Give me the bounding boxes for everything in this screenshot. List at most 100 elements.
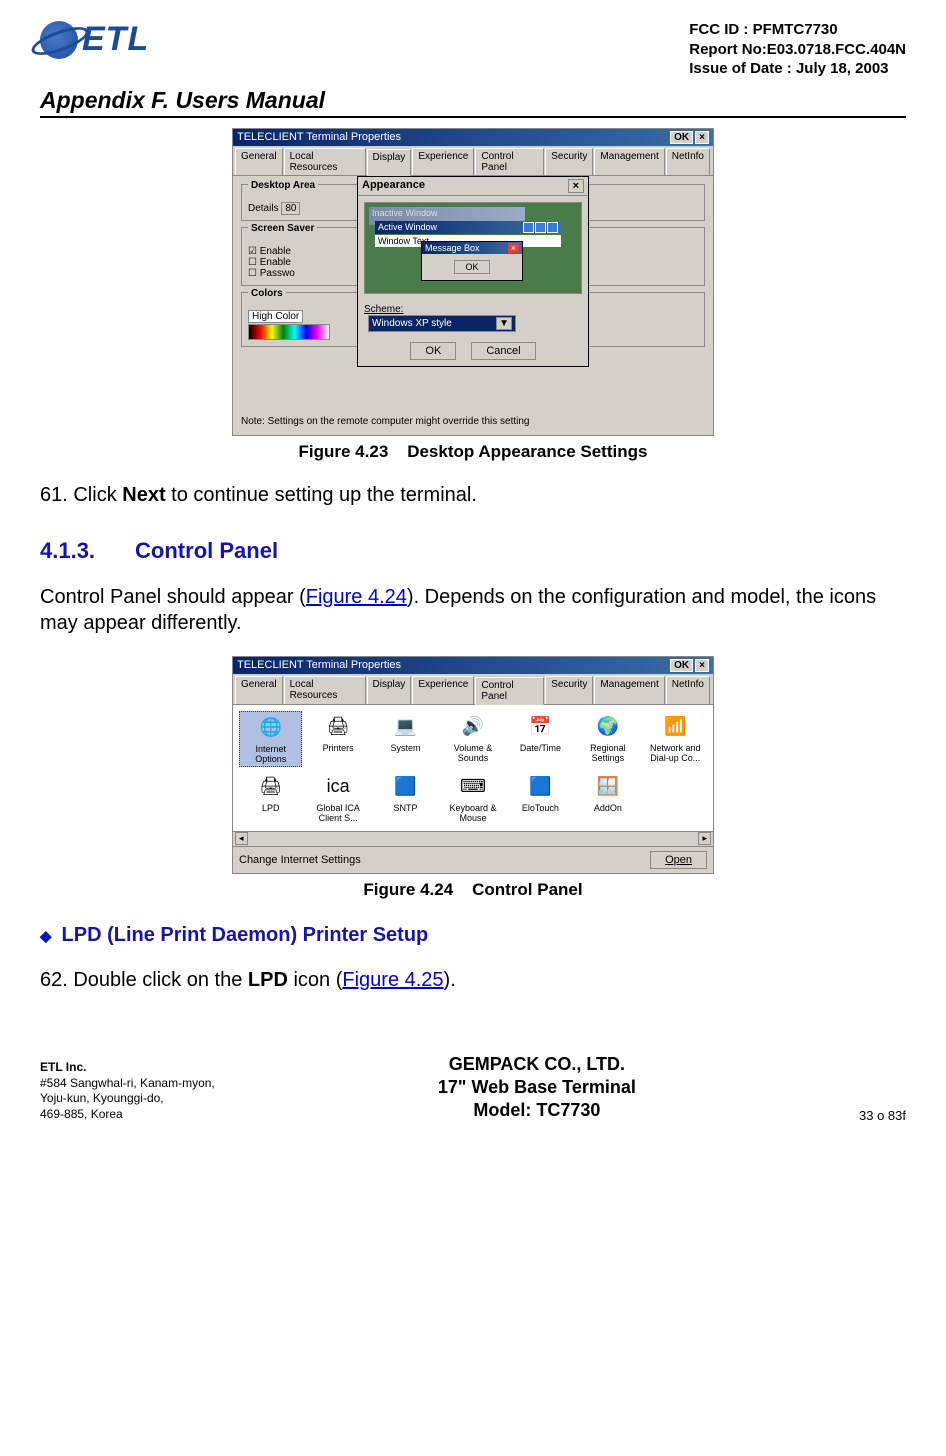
screen-saver-label: Screen Saver — [248, 223, 317, 234]
tab-security[interactable]: Security — [545, 676, 593, 704]
figure-link[interactable]: Figure 4.25 — [342, 969, 443, 991]
tab-experience[interactable]: Experience — [412, 676, 474, 704]
cp-icon-system[interactable]: 💻 System — [374, 711, 437, 767]
scroll-left-icon[interactable]: ◂ — [235, 832, 248, 845]
figure-caption: Figure 4.23 Desktop Appearance Settings — [40, 442, 906, 462]
tab-netinfo[interactable]: NetInfo — [666, 148, 710, 175]
footer-company: GEMPACK CO., LTD. — [438, 1053, 636, 1076]
footer-model: Model: TC7730 — [438, 1099, 636, 1122]
cp-icon-network-and-dial-up-co-[interactable]: 📶Network and Dial-up Co... — [644, 711, 707, 767]
cp-icon-elotouch[interactable]: 🟦 EloTouch — [509, 771, 572, 825]
app-icon: 📶 — [661, 713, 689, 741]
logo-text: ETL — [82, 20, 149, 59]
report-no: Report No:E03.0718.FCC.404N — [689, 40, 906, 60]
cp-icon-volume-sounds[interactable]: 🔊Volume & Sounds — [441, 711, 504, 767]
cp-icon-regional-settings[interactable]: 🌍Regional Settings — [576, 711, 639, 767]
close-icon[interactable]: × — [695, 659, 709, 672]
cp-icon-date-time[interactable]: 📅Date/Time — [509, 711, 572, 767]
figure-number: Figure 4.23 — [299, 442, 389, 461]
cp-icon-lpd[interactable]: 🖨LPD — [239, 771, 302, 825]
checkbox-icon[interactable]: ☐ — [248, 268, 257, 279]
icon-label: Internet Options — [242, 744, 299, 764]
cancel-button[interactable]: Cancel — [471, 342, 535, 360]
tab-display[interactable]: Display — [367, 149, 412, 176]
app-icon: 🌍 — [594, 713, 622, 741]
tab-control-panel[interactable]: Control Panel — [475, 148, 544, 175]
appendix-title: Appendix F. Users Manual — [40, 87, 906, 114]
figure-4-23-screenshot: TELECLIENT Terminal Properties OK × Gene… — [232, 128, 714, 436]
tab-control-panel[interactable]: Control Panel — [475, 677, 544, 705]
icon-label: EloTouch — [511, 803, 570, 813]
cp-icon-internet-options[interactable]: 🌐Internet Options — [239, 711, 302, 767]
scroll-right-icon[interactable]: ▸ — [698, 832, 711, 845]
icon-label: LPD — [241, 803, 300, 813]
scheme-label: Scheme: — [364, 304, 403, 315]
app-icon: 🖨 — [324, 713, 352, 741]
tab-display[interactable]: Display — [367, 676, 412, 704]
checkbox-icon[interactable]: ☑ — [248, 246, 257, 257]
step-62: 62. Double click on the LPD icon (Figure… — [40, 967, 906, 993]
color-gradient — [248, 324, 330, 340]
page-number: 33 o 83f — [859, 1108, 906, 1123]
ok-button[interactable]: OK — [670, 659, 693, 672]
scheme-select[interactable]: Windows XP style ▼ — [368, 315, 516, 332]
tab-netinfo[interactable]: NetInfo — [666, 676, 710, 704]
chevron-down-icon[interactable]: ▼ — [496, 317, 512, 330]
cp-icon-addon[interactable]: 🪟AddOn — [576, 771, 639, 825]
text: 62. Double click on the — [40, 969, 248, 991]
tab-strip: GeneralLocal ResourcesDisplayExperienceC… — [233, 674, 713, 705]
section-number: 4.1.3. — [40, 538, 95, 563]
header-meta: FCC ID : PFMTC7730 Report No:E03.0718.FC… — [689, 20, 906, 79]
details-label: Details — [248, 203, 279, 214]
cp-icon-global-ica-client-s-[interactable]: icaGlobal ICA Client S... — [306, 771, 369, 825]
tab-local-resources[interactable]: Local Resources — [284, 148, 366, 175]
text: icon ( — [288, 969, 342, 991]
ok-button[interactable]: OK — [670, 131, 693, 144]
page-footer: ETL Inc. #584 Sangwhal-ri, Kanam-myon, Y… — [40, 1053, 906, 1123]
app-icon: 💻 — [392, 713, 420, 741]
icon-label: Keyboard & Mouse — [443, 803, 502, 823]
address-line: Yoju-kun, Kyounggi-do, — [40, 1091, 164, 1105]
control-panel-icons: 🌐Internet Options🖨Printers 💻 System 🔊Volume… — [233, 705, 713, 831]
text: ). — [444, 969, 456, 991]
cp-icon-printers[interactable]: 🖨Printers — [306, 711, 369, 767]
scrollbar[interactable]: ◂ ▸ — [233, 831, 713, 846]
cp-icon-keyboard-mouse[interactable]: ⌨Keyboard & Mouse — [441, 771, 504, 825]
colors-label: Colors — [248, 288, 286, 299]
details-field[interactable]: 80 — [281, 202, 300, 215]
icon-label: Global ICA Client S... — [308, 803, 367, 823]
header-rule — [40, 116, 906, 118]
footer-product: 17" Web Base Terminal — [438, 1076, 636, 1099]
tab-local-resources[interactable]: Local Resources — [284, 676, 366, 704]
icon-label: System — [376, 743, 435, 753]
address-line: #584 Sangwhal-ri, Kanam-myon, — [40, 1076, 215, 1090]
app-icon: 🟦 — [392, 773, 420, 801]
tab-general[interactable]: General — [235, 676, 283, 704]
tab-security[interactable]: Security — [545, 148, 593, 175]
text: Control Panel should appear ( — [40, 586, 306, 608]
company-name: ETL Inc. — [40, 1060, 86, 1074]
tab-management[interactable]: Management — [594, 676, 664, 704]
close-icon[interactable]: × — [568, 179, 584, 193]
close-icon[interactable]: × — [695, 131, 709, 144]
active-window-label: Active Window — [378, 222, 437, 233]
appearance-title: Appearance — [362, 179, 425, 193]
figure-link[interactable]: Figure 4.24 — [306, 586, 407, 608]
password-label: Passwo — [260, 268, 295, 279]
ok-button[interactable]: OK — [410, 342, 456, 360]
close-icon: × — [508, 243, 519, 253]
cp-icon-sntp[interactable]: 🟦SNTP — [374, 771, 437, 825]
override-note: Note: Settings on the remote computer mi… — [233, 412, 713, 435]
checkbox-icon[interactable]: ☐ — [248, 257, 257, 268]
tab-experience[interactable]: Experience — [412, 148, 474, 175]
color-depth-select[interactable]: High Color — [248, 310, 303, 323]
tab-general[interactable]: General — [235, 148, 283, 175]
figure-title: Desktop Appearance Settings — [407, 442, 647, 461]
app-icon: 🟦 — [526, 773, 554, 801]
open-button[interactable]: Open — [650, 851, 707, 869]
control-panel-paragraph: Control Panel should appear (Figure 4.24… — [40, 584, 906, 636]
tab-management[interactable]: Management — [594, 148, 664, 175]
active-window-preview: Active Window — [375, 221, 561, 234]
figure-caption: Figure 4.24 Control Panel — [40, 880, 906, 900]
window-titlebar: TELECLIENT Terminal Properties OK × — [233, 129, 713, 146]
